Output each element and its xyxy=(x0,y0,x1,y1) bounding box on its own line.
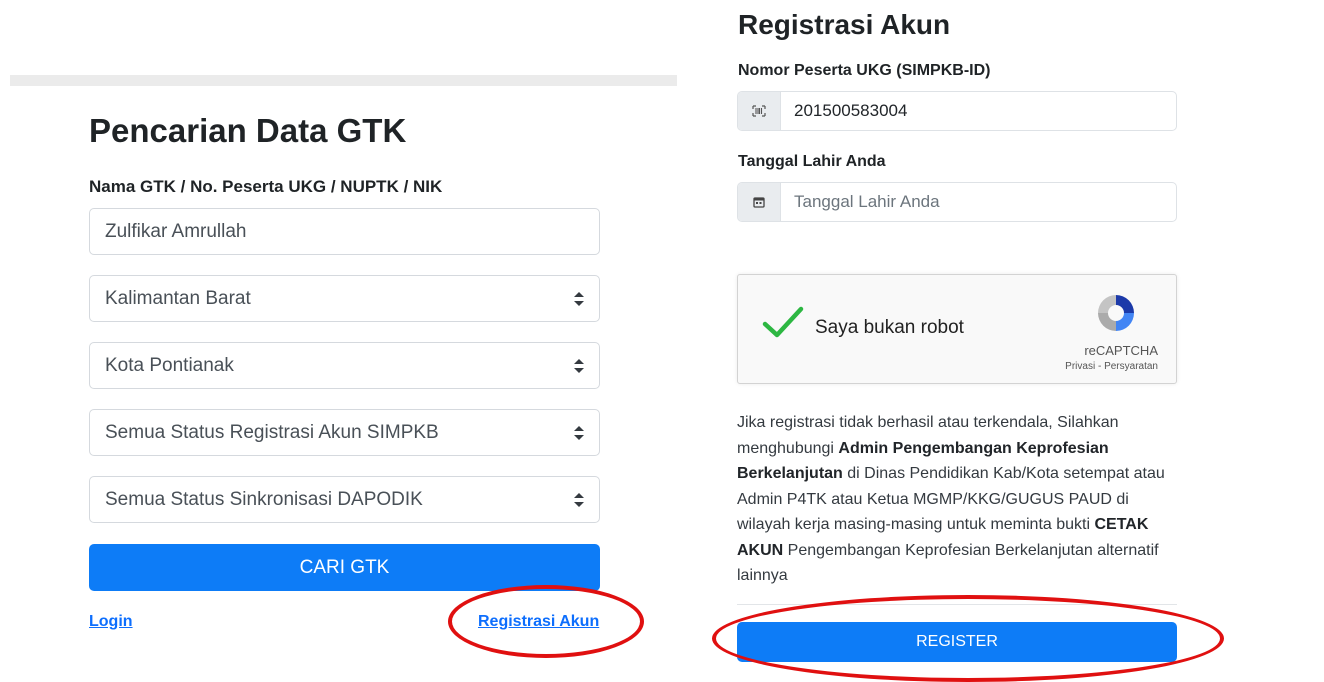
city-select[interactable]: Kota Pontianak xyxy=(89,342,600,389)
recaptcha-links: Privasi - Persyaratan xyxy=(1065,361,1158,372)
login-link[interactable]: Login xyxy=(89,613,133,631)
dob-input[interactable]: Tanggal Lahir Anda xyxy=(737,182,1177,222)
link-separator: - xyxy=(1095,361,1105,372)
registration-status-value: Semua Status Registrasi Akun SIMPKB xyxy=(105,421,439,443)
sync-status-select[interactable]: Semua Status Sinkronisasi DAPODIK xyxy=(89,476,600,523)
register-account-link[interactable]: Registrasi Akun xyxy=(478,613,599,631)
id-label: Nomor Peserta UKG (SIMPKB-ID) xyxy=(738,62,991,79)
captcha-label: Saya bukan robot xyxy=(815,317,964,338)
dob-placeholder: Tanggal Lahir Anda xyxy=(794,192,940,211)
register-title: Registrasi Akun xyxy=(738,9,951,40)
search-title: Pencarian Data GTK xyxy=(89,112,407,149)
sync-status-value: Semua Status Sinkronisasi DAPODIK xyxy=(105,488,423,510)
privacy-link[interactable]: Privasi xyxy=(1065,361,1095,372)
divider xyxy=(737,604,1177,605)
recaptcha-brand: reCAPTCHA xyxy=(1084,343,1158,358)
search-field-label: Nama GTK / No. Peserta UKG / NUPTK / NIK xyxy=(89,177,443,196)
dob-label: Tanggal Lahir Anda xyxy=(738,153,886,170)
select-caret-icon xyxy=(574,492,584,507)
participant-id-value: 201500583004 xyxy=(794,101,908,120)
calendar-icon xyxy=(738,183,781,221)
recaptcha-logo-icon xyxy=(1094,291,1138,340)
registration-status-select[interactable]: Semua Status Registrasi Akun SIMPKB xyxy=(89,409,600,456)
search-gtk-button[interactable]: CARI GTK xyxy=(89,544,600,591)
registration-help-text: Jika registrasi tidak berhasil atau terk… xyxy=(737,410,1177,589)
name-search-input[interactable]: Zulfikar Amrullah xyxy=(89,208,600,255)
check-icon[interactable] xyxy=(762,305,804,346)
terms-link[interactable]: Persyaratan xyxy=(1104,361,1158,372)
province-select-value: Kalimantan Barat xyxy=(105,287,251,309)
barcode-icon xyxy=(738,92,781,130)
participant-id-input[interactable]: 201500583004 xyxy=(737,91,1177,131)
select-caret-icon xyxy=(574,291,584,306)
help-text-part-3: Pengembangan Keprofesian Berkelanjutan a… xyxy=(737,541,1159,585)
name-search-value: Zulfikar Amrullah xyxy=(105,220,247,242)
province-select[interactable]: Kalimantan Barat xyxy=(89,275,600,322)
select-caret-icon xyxy=(574,358,584,373)
recaptcha-widget: Saya bukan robot reCAPTCHA Privasi - Per… xyxy=(737,274,1177,384)
register-button[interactable]: REGISTER xyxy=(737,622,1177,662)
select-caret-icon xyxy=(574,425,584,440)
city-select-value: Kota Pontianak xyxy=(105,354,234,376)
search-panel-top-border xyxy=(10,75,677,86)
